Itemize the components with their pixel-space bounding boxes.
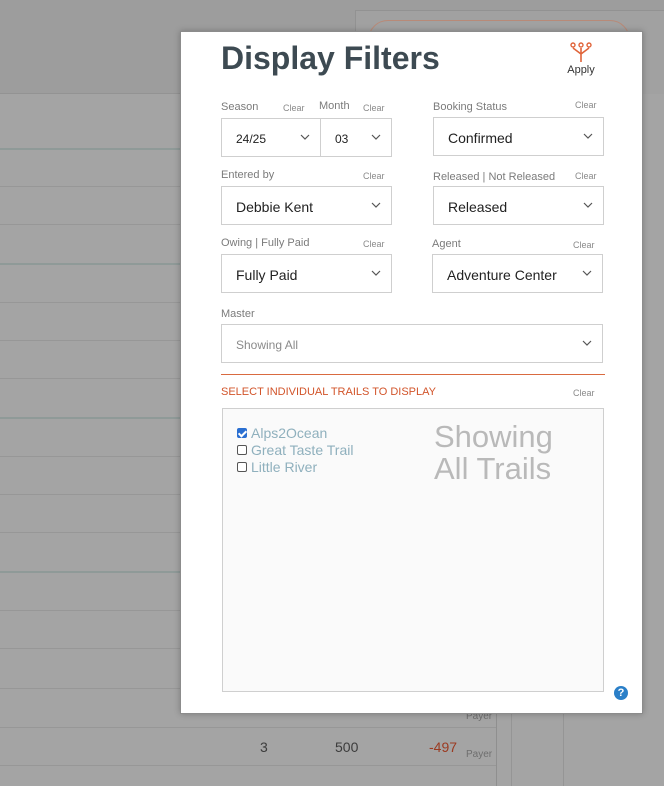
apply-icon — [570, 42, 592, 62]
quantity-cell: 3 — [260, 739, 268, 755]
chevron-down-icon — [582, 270, 592, 276]
season-value: 24/25 — [236, 132, 267, 146]
chevron-down-icon — [371, 134, 381, 140]
booking-status-clear[interactable]: Clear — [575, 100, 597, 110]
month-select[interactable]: 03 — [320, 118, 392, 157]
chevron-down-icon — [583, 202, 593, 208]
master-value: Showing All — [236, 338, 299, 352]
entered-by-label: Entered by — [221, 169, 275, 181]
agent-clear[interactable]: Clear — [573, 240, 595, 250]
payer-note: Payer — [466, 749, 493, 760]
apply-label: Apply — [567, 64, 595, 76]
agent-value: Adventure Center — [447, 267, 557, 283]
released-value: Released — [448, 199, 508, 215]
trails-panel: Alps2Ocean Great Taste Trail Little Rive… — [222, 408, 604, 692]
chevron-down-icon — [371, 270, 381, 276]
balance-cell: -497 — [429, 739, 458, 755]
trails-clear[interactable]: Clear — [573, 388, 595, 398]
amount-cell: 500 — [335, 739, 359, 755]
section-divider — [221, 374, 605, 375]
booking-status-label: Booking Status — [433, 101, 507, 113]
booking-status-value: Confirmed — [448, 130, 513, 146]
help-icon[interactable]: ? — [614, 686, 628, 700]
display-filters-modal: Display Filters Apply Season Clear Month… — [180, 31, 643, 714]
month-clear[interactable]: Clear — [363, 103, 385, 113]
trail-option-great-taste-trail[interactable]: Great Taste Trail — [237, 442, 353, 458]
trail-label[interactable]: Alps2Ocean — [251, 425, 327, 441]
chevron-down-icon — [582, 340, 592, 346]
agent-select[interactable]: Adventure Center — [432, 254, 603, 293]
entered-by-value: Debbie Kent — [236, 199, 314, 215]
apply-button[interactable]: Apply — [561, 42, 601, 82]
entered-by-select[interactable]: Debbie Kent — [221, 186, 392, 225]
season-select[interactable]: 24/25 — [221, 118, 321, 157]
month-label: Month — [319, 100, 350, 112]
alps2ocean-checkbox[interactable] — [237, 428, 247, 438]
trails-status: Showing All Trails — [434, 421, 584, 485]
trail-option-little-river[interactable]: Little River — [237, 459, 317, 475]
trails-status-line2: All Trails — [434, 451, 552, 486]
owing-label: Owing | Fully Paid — [221, 237, 310, 249]
agent-label: Agent — [432, 238, 461, 250]
released-clear[interactable]: Clear — [575, 171, 597, 181]
little-river-checkbox[interactable] — [237, 462, 247, 472]
booking-status-select[interactable]: Confirmed — [433, 117, 604, 156]
trails-section-title: SELECT INDIVIDUAL TRAILS TO DISPLAY — [221, 386, 436, 398]
season-clear[interactable]: Clear — [283, 103, 305, 113]
great-taste-trail-checkbox[interactable] — [237, 445, 247, 455]
entered-by-clear[interactable]: Clear — [363, 171, 385, 181]
owing-clear[interactable]: Clear — [363, 239, 385, 249]
master-label: Master — [221, 308, 255, 320]
trail-label[interactable]: Great Taste Trail — [251, 442, 353, 458]
owing-select[interactable]: Fully Paid — [221, 254, 392, 293]
master-select[interactable]: Showing All — [221, 324, 603, 363]
season-label: Season — [221, 101, 259, 113]
month-value: 03 — [335, 132, 349, 146]
released-label: Released | Not Released — [433, 171, 556, 183]
modal-title: Display Filters — [221, 40, 440, 76]
trail-label[interactable]: Little River — [251, 459, 317, 475]
trail-option-alps2ocean[interactable]: Alps2Ocean — [237, 425, 327, 441]
trails-status-line1: Showing — [434, 419, 553, 454]
owing-value: Fully Paid — [236, 267, 298, 283]
chevron-down-icon — [371, 202, 381, 208]
chevron-down-icon — [300, 134, 310, 140]
chevron-down-icon — [583, 133, 593, 139]
released-select[interactable]: Released — [433, 186, 604, 225]
table-row — [0, 728, 496, 766]
